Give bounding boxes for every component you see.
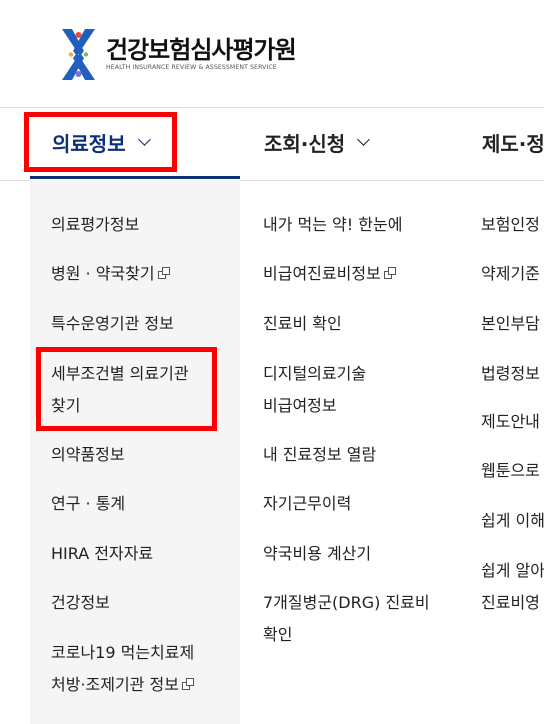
menu-label: 진료비 확인 [263,314,342,333]
menu-label: 찾기 [51,396,81,415]
external-link-icon [181,678,195,691]
external-link-icon [383,267,397,280]
menu-item-webtoon[interactable]: 웹툰으로 [481,455,540,487]
hira-logo-icon[interactable] [56,27,101,82]
menu-label: 약제기준 [481,264,540,283]
menu-item-system-guide[interactable]: 제도안내 [481,406,540,438]
menu-item-work-history[interactable]: 자기근무이력 [263,488,351,520]
menu-item-copayment[interactable]: 본인부담 [481,308,540,340]
menu-item-detailed-search[interactable]: 세부조건별 의료기관 [51,358,189,390]
menu-label: 디지털의료기술 [263,364,367,383]
menu-label: 보험인정 [481,215,540,234]
menu-label: 진료비영 [481,593,540,612]
menu-label: 비급여정보 [263,396,337,415]
menu-label: 세부조건별 의료기관 [51,364,189,383]
menu-label: 쉽게 알아 [481,561,544,580]
menu-item-pharmacy-calculator[interactable]: 약국비용 계산기 [263,538,371,570]
menu-item-detailed-search-2[interactable]: 찾기 [51,390,80,422]
menu-label: 자기근무이력 [263,494,352,513]
menu-label: 연구 · 통계 [51,494,126,513]
menu-label: 확인 [263,625,293,644]
active-tab-indicator [30,176,240,179]
menu-label: 특수운영기관 정보 [51,314,174,333]
menu-item-drg-fees[interactable]: 7개질병군(DRG) 진료비 [263,587,430,619]
menu-item-drg-fees-2[interactable]: 확인 [263,619,292,651]
chevron-down-icon [357,133,371,146]
site-header: 건강보험심사평가원 HEALTH INSURANCE REVIEW & ASSE… [0,0,544,108]
menu-label: 내 진료정보 열람 [263,445,377,464]
menu-label: 병원 · 약국찾기 [51,264,155,283]
menu-label: 코로나19 먹는치료제 [51,643,195,662]
menu-label: 의약품정보 [51,445,125,464]
gnb-label: 조회·신청 [264,132,346,156]
brand-subtitle: HEALTH INSURANCE REVIEW & ASSESSMENT SER… [106,64,277,71]
menu-item-my-medicine[interactable]: 내가 먹는 약! 한눈에 [263,209,402,241]
menu-item-special-institutions[interactable]: 특수운영기관 정보 [51,308,174,340]
menu-label: 약국비용 계산기 [263,544,372,563]
gnb-label: 제도·정 [482,132,544,156]
gnb-label: 의료정보 [52,132,126,156]
menu-item-drug-criteria[interactable]: 약제기준 [481,258,540,290]
gnb-system[interactable]: 제도·정 [482,128,544,157]
menu-label: 웹툰으로 [481,461,540,480]
brand-name[interactable]: 건강보험심사평가원 [106,30,297,65]
menu-label: 쉽게 이해 [481,511,544,530]
menu-item-hira-eresources[interactable]: HIRA 전자자료 [51,538,153,570]
menu-item-covid-treatment[interactable]: 코로나19 먹는치료제 [51,637,194,669]
menu-item-digital-medical-tech-2[interactable]: 비급여정보 [263,390,337,422]
menu-label: HIRA 전자자료 [51,544,154,563]
chevron-down-icon [137,133,151,146]
menu-label: 제도안내 [481,412,540,431]
menu-label: 건강정보 [51,593,110,612]
gnb-medical-info[interactable]: 의료정보 [52,128,151,157]
menu-item-hospital-pharmacy-search[interactable]: 병원 · 약국찾기 [51,258,171,290]
menu-item-covid-treatment-2[interactable]: 처방·조제기관 정보 [51,669,195,701]
menu-item-easy-learn[interactable]: 쉽게 알아 [481,555,544,587]
menu-item-medical-evaluation[interactable]: 의료평가정보 [51,209,139,241]
menu-label: 처방·조제기관 정보 [51,675,179,694]
menu-label: 내가 먹는 약! 한눈에 [263,215,403,234]
menu-label: 7개질병군(DRG) 진료비 [263,593,430,612]
menu-item-my-medical-records[interactable]: 내 진료정보 열람 [263,439,376,471]
menu-item-non-covered-fees[interactable]: 비급여진료비정보 [263,258,397,290]
menu-item-drug-info[interactable]: 의약품정보 [51,439,125,471]
menu-item-health-info[interactable]: 건강정보 [51,587,110,619]
menu-item-fee-check[interactable]: 진료비 확인 [263,308,342,340]
menu-label: 의료평가정보 [51,215,140,234]
menu-label: 본인부담 [481,314,540,333]
menu-item-digital-medical-tech[interactable]: 디지털의료기술 [263,358,366,390]
menu-item-legal-info[interactable]: 법령정보 [481,358,540,390]
menu-item-research-stats[interactable]: 연구 · 통계 [51,488,125,520]
menu-label: 비급여진료비정보 [263,264,381,283]
menu-item-easy-understanding[interactable]: 쉽게 이해 [481,505,544,537]
menu-label: 법령정보 [481,364,540,383]
gnb-inquiry-apply[interactable]: 조회·신청 [264,128,371,157]
external-link-icon [157,267,171,280]
menu-item-insurance-approval[interactable]: 보험인정 [481,209,540,241]
menu-item-fee-video[interactable]: 진료비영 [481,587,540,619]
global-nav: 의료정보 조회·신청 제도·정 [0,108,544,181]
